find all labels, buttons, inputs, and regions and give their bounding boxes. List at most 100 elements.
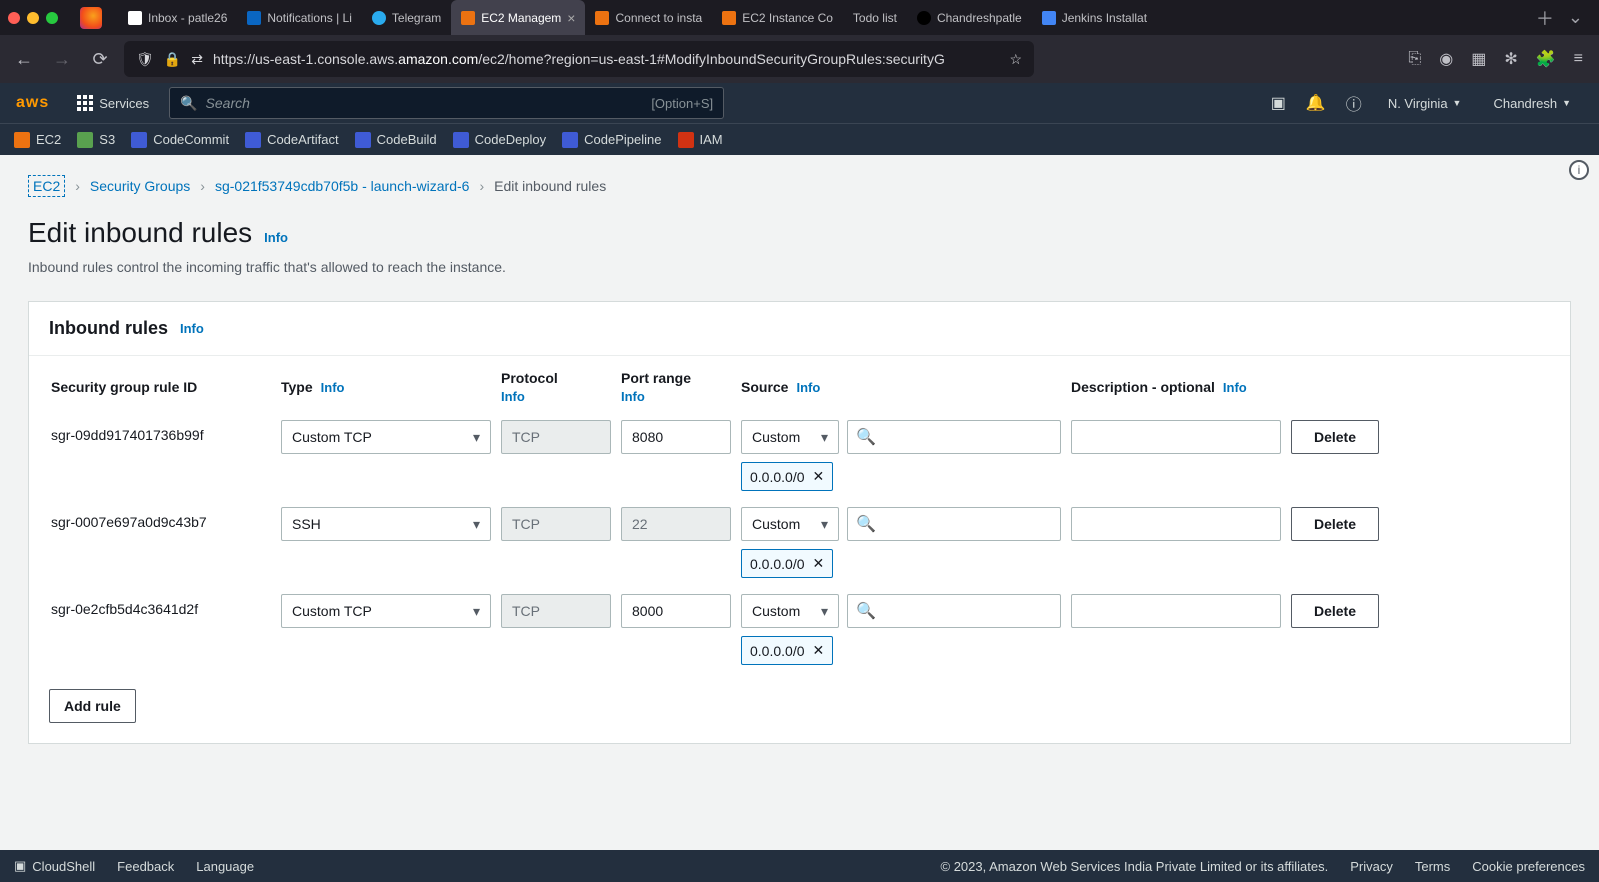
svc-ec2[interactable]: EC2 (14, 132, 61, 148)
codepipeline-icon (562, 132, 578, 148)
breadcrumb-current: Edit inbound rules (494, 178, 606, 194)
source-search-input[interactable]: 🔍 (847, 594, 1061, 628)
reload-button[interactable]: ⟳ (86, 49, 114, 70)
rule-id: sgr-09dd917401736b99f (51, 420, 271, 443)
address-bar[interactable]: 🛡 🔒 ⇄ https://us-east-1.console.aws.amaz… (124, 41, 1034, 77)
breadcrumb-sg[interactable]: sg-021f53749cdb70f5b - launch-wizard-6 (215, 178, 470, 194)
gear-icon[interactable]: ✻ (1504, 49, 1517, 69)
tab-jenkins-doc[interactable]: Jenkins Installat (1032, 0, 1157, 35)
aws-search[interactable]: 🔍 Search [Option+S] (169, 87, 724, 119)
info-link[interactable]: Info (264, 230, 288, 245)
lock-icon[interactable]: 🔒 (164, 51, 181, 68)
type-select[interactable]: SSH▾ (281, 507, 491, 541)
aws-service-shortcuts: EC2 S3 CodeCommit CodeArtifact CodeBuild… (0, 123, 1599, 155)
aws-icon (722, 11, 736, 25)
services-button[interactable]: Services (67, 95, 159, 111)
source-mode-select[interactable]: Custom▾ (741, 507, 839, 541)
type-select[interactable]: Custom TCP▾ (281, 420, 491, 454)
svc-codedeploy[interactable]: CodeDeploy (453, 132, 547, 148)
shield-icon[interactable]: 🛡 (136, 51, 154, 68)
svc-s3[interactable]: S3 (77, 132, 115, 148)
svc-codecommit[interactable]: CodeCommit (131, 132, 229, 148)
tab-ec2-active[interactable]: EC2 Managem× (451, 0, 585, 35)
footer-cloudshell[interactable]: ▣CloudShell (14, 858, 95, 874)
footer-privacy[interactable]: Privacy (1350, 859, 1393, 874)
svc-iam[interactable]: IAM (678, 132, 723, 148)
info-link[interactable]: Info (501, 389, 525, 404)
maximize-window-dot[interactable] (46, 12, 58, 24)
svc-label: CodeBuild (377, 132, 437, 147)
footer-cookies[interactable]: Cookie preferences (1472, 859, 1585, 874)
tab-todo[interactable]: Todo list (843, 0, 907, 35)
help-icon[interactable]: ⓘ (1346, 91, 1362, 115)
breadcrumb-ec2[interactable]: EC2 (28, 175, 65, 197)
page-content: EC2 › Security Groups › sg-021f53749cdb7… (0, 155, 1599, 850)
tab-linkedin[interactable]: Notifications | Li (237, 0, 362, 35)
info-link[interactable]: Info (796, 380, 820, 395)
pocket-icon[interactable]: ⎘ (1408, 50, 1421, 68)
source-mode-select[interactable]: Custom▾ (741, 420, 839, 454)
tab-instance-connect[interactable]: EC2 Instance Co (712, 0, 843, 35)
svc-codebuild[interactable]: CodeBuild (355, 132, 437, 148)
svc-codeartifact[interactable]: CodeArtifact (245, 132, 339, 148)
source-mode-value: Custom (752, 603, 800, 619)
region-selector[interactable]: N. Virginia▼ (1382, 96, 1468, 111)
account-menu[interactable]: Chandresh▼ (1487, 96, 1577, 111)
rule-row: sgr-0e2cfb5d4c3641d2f Custom TCP▾ TCP 80… (29, 586, 1570, 673)
tab-label: Todo list (853, 11, 897, 25)
account-icon[interactable]: ◉ (1439, 49, 1453, 69)
tab-telegram[interactable]: Telegram (362, 0, 451, 35)
description-input[interactable] (1071, 420, 1281, 454)
source-mode-select[interactable]: Custom▾ (741, 594, 839, 628)
delete-rule-button[interactable]: Delete (1291, 507, 1379, 541)
back-button[interactable]: ← (10, 49, 38, 70)
remove-tag-icon[interactable]: ✕ (813, 642, 825, 659)
add-rule-button[interactable]: Add rule (49, 689, 136, 723)
info-link[interactable]: Info (621, 389, 645, 404)
new-tab-icon[interactable]: ＋ (1536, 5, 1554, 31)
type-select[interactable]: Custom TCP▾ (281, 594, 491, 628)
delete-rule-button[interactable]: Delete (1291, 420, 1379, 454)
remove-tag-icon[interactable]: ✕ (813, 468, 825, 485)
aws-logo[interactable]: aws (10, 94, 67, 112)
window-controls (8, 12, 58, 24)
source-search-input[interactable]: 🔍 (847, 507, 1061, 541)
footer-language[interactable]: Language (196, 859, 254, 874)
close-tab-icon[interactable]: × (567, 10, 575, 26)
remove-tag-icon[interactable]: ✕ (813, 555, 825, 572)
minimize-window-dot[interactable] (27, 12, 39, 24)
codeartifact-icon (245, 132, 261, 148)
permissions-icon[interactable]: ⇄ (191, 51, 203, 68)
svc-codepipeline[interactable]: CodePipeline (562, 132, 661, 148)
breadcrumb-security-groups[interactable]: Security Groups (90, 178, 190, 194)
source-search-input[interactable]: 🔍 (847, 420, 1061, 454)
tab-connect[interactable]: Connect to insta (585, 0, 712, 35)
port-input[interactable]: 8080 (621, 420, 731, 454)
footer-terms[interactable]: Terms (1415, 859, 1450, 874)
port-input[interactable]: 8000 (621, 594, 731, 628)
bookmark-star-icon[interactable]: ☆ (1009, 51, 1022, 68)
notifications-icon[interactable]: 🔔 (1306, 93, 1326, 113)
tab-github[interactable]: Chandreshpatle (907, 0, 1032, 35)
description-input[interactable] (1071, 507, 1281, 541)
cloudshell-icon[interactable]: ▣ (1271, 93, 1286, 113)
description-input[interactable] (1071, 594, 1281, 628)
footer-feedback[interactable]: Feedback (117, 859, 174, 874)
info-link[interactable]: Info (180, 321, 204, 336)
tab-inbox[interactable]: Inbox - patle26 (118, 0, 237, 35)
menu-icon[interactable]: ≡ (1574, 50, 1583, 68)
caret-icon: ▾ (821, 516, 828, 533)
grid-icon[interactable]: ▦ (1471, 49, 1486, 69)
caret-icon: ▾ (473, 429, 480, 446)
search-placeholder: Search (206, 95, 652, 111)
extensions-icon[interactable]: 🧩 (1536, 49, 1556, 69)
close-window-dot[interactable] (8, 12, 20, 24)
info-link[interactable]: Info (1223, 380, 1247, 395)
tab-dropdown-icon[interactable]: ⌄ (1568, 7, 1583, 28)
panel-info-icon[interactable]: i (1569, 160, 1589, 180)
delete-rule-button[interactable]: Delete (1291, 594, 1379, 628)
rule-row: sgr-09dd917401736b99f Custom TCP▾ TCP 80… (29, 412, 1570, 499)
url-text: https://us-east-1.console.aws.amazon.com… (213, 51, 945, 67)
svc-label: S3 (99, 132, 115, 147)
info-link[interactable]: Info (321, 380, 345, 395)
